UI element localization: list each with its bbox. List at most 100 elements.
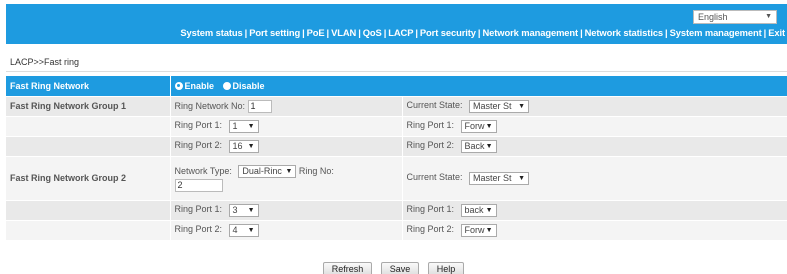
- network-type-label: Network Type:: [174, 165, 232, 176]
- ring-port2-value: 16: [232, 140, 243, 151]
- save-button[interactable]: Save: [380, 262, 420, 274]
- group1-ring-port2-cell: Ring Port 2: 16 ▼: [169, 136, 402, 157]
- nav-network-statistics[interactable]: Network statistics: [585, 27, 664, 38]
- current-state-label: Current State:: [406, 100, 463, 111]
- group2-label: Fast Ring Network Group 2: [6, 156, 170, 201]
- ring-port2-label: Ring Port 2:: [174, 140, 223, 151]
- group2-state-port1-cell: Ring Port 1: back ▼: [401, 200, 787, 221]
- action-buttons: Refresh Save Help: [0, 262, 787, 274]
- group1-current-state-cell: Current State: Master St ▼: [401, 96, 787, 117]
- chevron-down-icon: ▼: [485, 122, 493, 130]
- nav-network-management[interactable]: Network management: [482, 27, 578, 38]
- chevron-down-icon: ▼: [247, 206, 255, 214]
- nav-separator: |: [302, 27, 305, 38]
- nav-poe[interactable]: PoE: [307, 27, 325, 38]
- current-state-value: Master St: [473, 172, 512, 183]
- ring-port1-value: 1: [232, 120, 238, 131]
- chevron-down-icon: ▼: [518, 102, 526, 110]
- state-port1-label: Ring Port 1:: [406, 204, 455, 215]
- ring-no-input[interactable]: 2: [174, 179, 223, 193]
- nav-separator: |: [763, 27, 767, 38]
- group2-network-type-cell: Network Type: Dual-Rinc ▼ Ring No: 2: [169, 156, 402, 201]
- help-button[interactable]: Help: [427, 262, 465, 274]
- fast-ring-title: Fast Ring Network: [6, 76, 170, 97]
- breadcrumb: LACP>>Fast ring: [10, 57, 80, 67]
- empty-cell: [6, 116, 170, 137]
- fast-ring-toggle: Enable Disable: [169, 76, 787, 97]
- state-port1-select[interactable]: back ▼: [460, 203, 497, 217]
- ring-network-no-label: Ring Network No:: [174, 100, 246, 111]
- ring-port1-select[interactable]: 1 ▼: [228, 119, 259, 133]
- group2-row-port2: Ring Port 2: 4 ▼ Ring Port 2: Forw ▼: [6, 220, 787, 241]
- language-select[interactable]: English ▼: [693, 10, 777, 24]
- ring-no-line: 2: [174, 178, 402, 193]
- state-port1-value: Forw: [464, 120, 485, 131]
- current-state-value: Master St: [473, 100, 512, 111]
- chevron-down-icon: ▼: [247, 142, 255, 150]
- ring-port2-label: Ring Port 2:: [174, 224, 223, 235]
- group1-row-port1: Ring Port 1: 1 ▼ Ring Port 1: Forw ▼: [6, 116, 787, 137]
- nav-separator: |: [415, 27, 418, 38]
- state-port1-value: back: [464, 204, 484, 215]
- ring-port2-select[interactable]: 4 ▼: [228, 223, 259, 237]
- ring-no-label: Ring No:: [298, 165, 334, 176]
- nav-separator: |: [477, 27, 481, 38]
- state-port1-select[interactable]: Forw ▼: [460, 119, 497, 133]
- nav-separator: |: [580, 27, 583, 38]
- group1-row-port2: Ring Port 2: 16 ▼ Ring Port 2: Back ▼: [6, 136, 787, 157]
- state-port2-value: Back: [464, 140, 485, 151]
- nav-port-security[interactable]: Port security: [420, 27, 476, 38]
- nav-separator: |: [244, 27, 248, 38]
- ring-port1-label: Ring Port 1:: [174, 120, 223, 131]
- network-type-value: Dual-Rinc: [242, 166, 282, 176]
- disable-radio[interactable]: [222, 81, 231, 90]
- empty-cell: [6, 136, 170, 157]
- divider: [6, 71, 787, 72]
- nav-lacp[interactable]: LACP: [388, 27, 413, 38]
- group1-state-port2-cell: Ring Port 2: Back ▼: [401, 136, 787, 157]
- chevron-down-icon: ▼: [765, 13, 772, 20]
- ring-port2-select[interactable]: 16 ▼: [228, 139, 259, 153]
- disable-label: Disable: [232, 80, 265, 91]
- group2-ring-port1-cell: Ring Port 1: 3 ▼: [169, 200, 402, 221]
- nav-separator: |: [358, 27, 361, 38]
- chevron-down-icon: ▼: [485, 226, 493, 234]
- nav-vlan[interactable]: VLAN: [331, 27, 356, 38]
- state-port2-value: Forw: [464, 224, 485, 235]
- group1-row-main: Fast Ring Network Group 1 Ring Network N…: [6, 96, 787, 117]
- group1-label: Fast Ring Network Group 1: [6, 96, 170, 117]
- group2-ring-port2-cell: Ring Port 2: 4 ▼: [169, 220, 402, 241]
- current-state-select[interactable]: Master St ▼: [469, 99, 530, 113]
- enable-radio[interactable]: [174, 81, 183, 90]
- fast-ring-header-row: Fast Ring Network Enable Disable: [6, 76, 787, 97]
- state-port2-label: Ring Port 2:: [406, 224, 455, 235]
- fast-ring-table: Fast Ring Network Enable Disable Fast Ri…: [6, 76, 787, 241]
- refresh-button[interactable]: Refresh: [322, 262, 373, 274]
- current-state-select[interactable]: Master St ▼: [469, 171, 530, 185]
- chevron-down-icon: ▼: [485, 206, 493, 214]
- group1-state-port1-cell: Ring Port 1: Forw ▼: [401, 116, 787, 137]
- ring-port1-value: 3: [232, 204, 238, 215]
- nav-exit[interactable]: Exit: [768, 27, 785, 38]
- nav-separator: |: [326, 27, 330, 38]
- header-banner: English ▼ System status | Port setting | PoE…: [6, 4, 787, 44]
- nav-port-setting[interactable]: Port setting: [249, 27, 300, 38]
- group2-row-port1: Ring Port 1: 3 ▼ Ring Port 1: back ▼: [6, 200, 787, 221]
- ring-port1-select[interactable]: 3 ▼: [228, 203, 259, 217]
- chevron-down-icon: ▼: [247, 122, 255, 130]
- state-port2-label: Ring Port 2:: [406, 140, 455, 151]
- ring-network-no-input[interactable]: 1: [247, 99, 272, 113]
- empty-cell: [6, 220, 170, 241]
- nav-separator: |: [383, 27, 387, 38]
- main-nav: System status | Port setting | PoE | VLAN | QoS |…: [180, 27, 785, 38]
- nav-qos[interactable]: QoS: [363, 27, 382, 38]
- nav-system-status[interactable]: System status: [180, 27, 242, 38]
- nav-system-management[interactable]: System management: [670, 27, 762, 38]
- enable-label: Enable: [184, 80, 215, 91]
- state-port2-select[interactable]: Back ▼: [460, 139, 497, 153]
- nav-separator: |: [665, 27, 668, 38]
- empty-cell: [6, 200, 170, 221]
- language-value: English: [698, 12, 728, 22]
- network-type-select[interactable]: Dual-Rinc ▼: [238, 165, 297, 178]
- state-port2-select[interactable]: Forw ▼: [460, 223, 497, 237]
